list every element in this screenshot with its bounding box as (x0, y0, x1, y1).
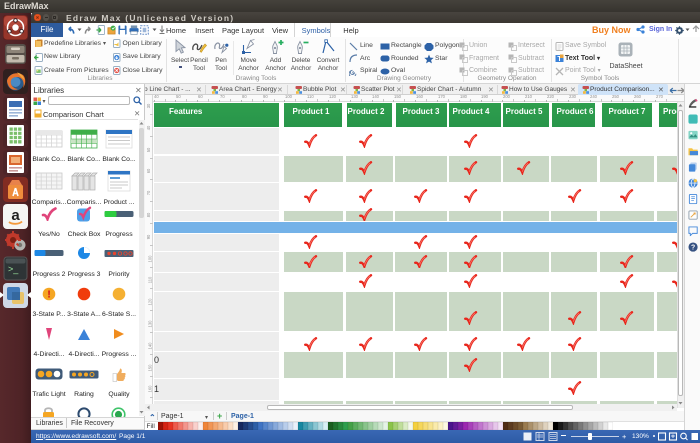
svg-text:a: a (11, 207, 20, 224)
svg-text:!: ! (47, 290, 50, 301)
svg-text:?: ? (691, 245, 695, 252)
svg-text:>_: >_ (8, 264, 19, 274)
